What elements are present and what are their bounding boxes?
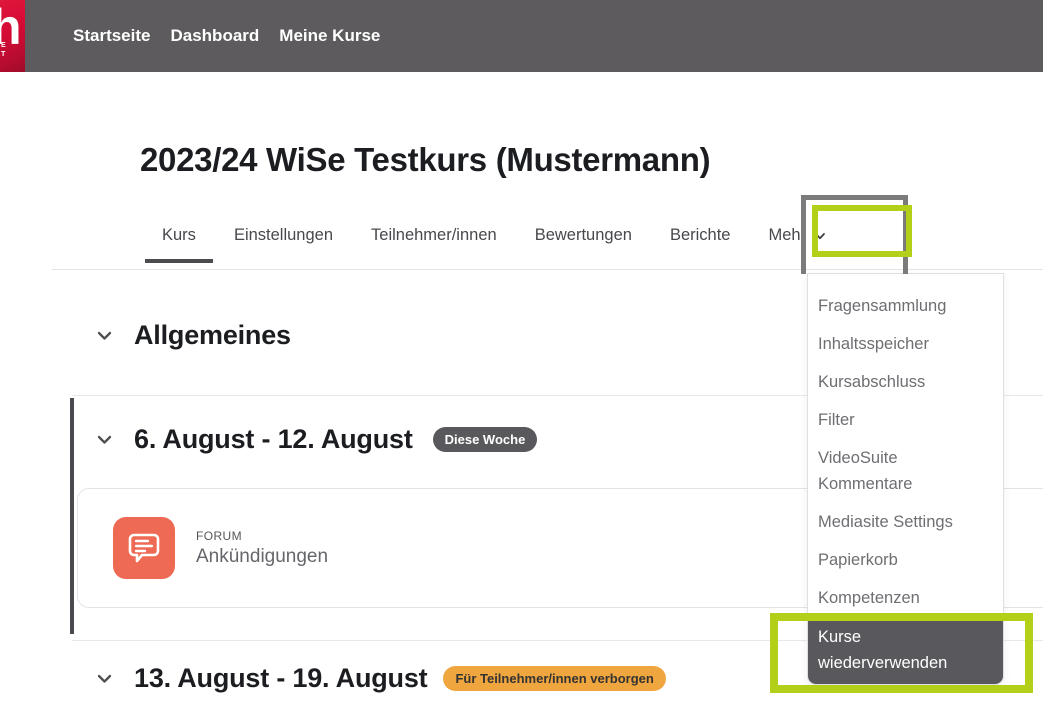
section-week-13-19-august: 13. August - 19. August Für Teilnehmer/i… bbox=[95, 663, 666, 694]
activity-text: FORUM Ankündigungen bbox=[196, 529, 328, 568]
chevron-down-icon bbox=[814, 230, 826, 242]
navbar-links: Startseite Dashboard Meine Kurse bbox=[73, 0, 380, 72]
activity-type-label: FORUM bbox=[196, 529, 328, 543]
tab-bewertungen[interactable]: Bewertungen bbox=[518, 212, 649, 263]
menu-item-videosuite-kommentare[interactable]: VideoSuite Kommentare bbox=[808, 439, 1003, 503]
tabs-divider bbox=[52, 269, 1043, 270]
nav-item-startseite[interactable]: Startseite bbox=[73, 26, 150, 46]
menu-item-papierkorb[interactable]: Papierkorb bbox=[808, 541, 1003, 579]
menu-item-mediasite-settings[interactable]: Mediasite Settings bbox=[808, 503, 1003, 541]
section-week-6-12-august: 6. August - 12. August Diese Woche bbox=[95, 424, 537, 455]
course-tabs: Kurs Einstellungen Teilnehmer/innen Bewe… bbox=[143, 212, 845, 263]
mehr-dropdown-menu: Fragensammlung Inhaltsspeicher Kursabsch… bbox=[807, 273, 1004, 685]
hochschule-logo-icon[interactable]: h E T bbox=[0, 0, 25, 72]
logo-small-text-2: T bbox=[1, 51, 5, 59]
tab-teilnehmer[interactable]: Teilnehmer/innen bbox=[354, 212, 514, 263]
tab-mehr-label: Mehr bbox=[768, 226, 806, 245]
forum-icon bbox=[113, 517, 175, 579]
logo-small-text-1: E bbox=[1, 42, 6, 50]
menu-item-inhaltsspeicher[interactable]: Inhaltsspeicher bbox=[808, 325, 1003, 363]
section-title-week2[interactable]: 13. August - 19. August bbox=[134, 663, 427, 694]
menu-item-fragensammlung[interactable]: Fragensammlung bbox=[808, 287, 1003, 325]
tab-einstellungen[interactable]: Einstellungen bbox=[217, 212, 350, 263]
section-title-week1[interactable]: 6. August - 12. August bbox=[134, 424, 413, 455]
top-navbar: Startseite Dashboard Meine Kurse bbox=[0, 0, 1043, 72]
tab-kurs[interactable]: Kurs bbox=[145, 212, 213, 263]
activity-link-ankuendigungen[interactable]: Ankündigungen bbox=[196, 546, 328, 568]
menu-item-kurse-wiederverwenden[interactable]: Kurse wiederverwenden bbox=[808, 617, 1003, 684]
menu-item-kursabschluss[interactable]: Kursabschluss bbox=[808, 363, 1003, 401]
tab-mehr[interactable]: Mehr bbox=[751, 212, 843, 263]
nav-item-dashboard[interactable]: Dashboard bbox=[170, 26, 259, 46]
current-week-indicator bbox=[70, 398, 74, 634]
page-title: 2023/24 WiSe Testkurs (Mustermann) bbox=[140, 141, 710, 179]
current-week-badge: Diese Woche bbox=[433, 427, 538, 453]
forum-activity-row: FORUM Ankündigungen bbox=[113, 517, 328, 579]
chevron-down-icon[interactable] bbox=[95, 669, 114, 688]
section-allgemeines: Allgemeines bbox=[95, 320, 291, 351]
tab-berichte[interactable]: Berichte bbox=[653, 212, 748, 263]
section-title-allgemeines[interactable]: Allgemeines bbox=[134, 320, 291, 351]
moodle-course-page: Startseite Dashboard Meine Kurse h E T 2… bbox=[0, 0, 1043, 721]
menu-item-filter[interactable]: Filter bbox=[808, 401, 1003, 439]
chevron-down-icon[interactable] bbox=[95, 326, 114, 345]
menu-item-kompetenzen[interactable]: Kompetenzen bbox=[808, 579, 1003, 617]
hidden-from-students-badge: Für Teilnehmer/innen verborgen bbox=[443, 666, 665, 692]
nav-item-meine-kurse[interactable]: Meine Kurse bbox=[279, 26, 380, 46]
chevron-down-icon[interactable] bbox=[95, 430, 114, 449]
